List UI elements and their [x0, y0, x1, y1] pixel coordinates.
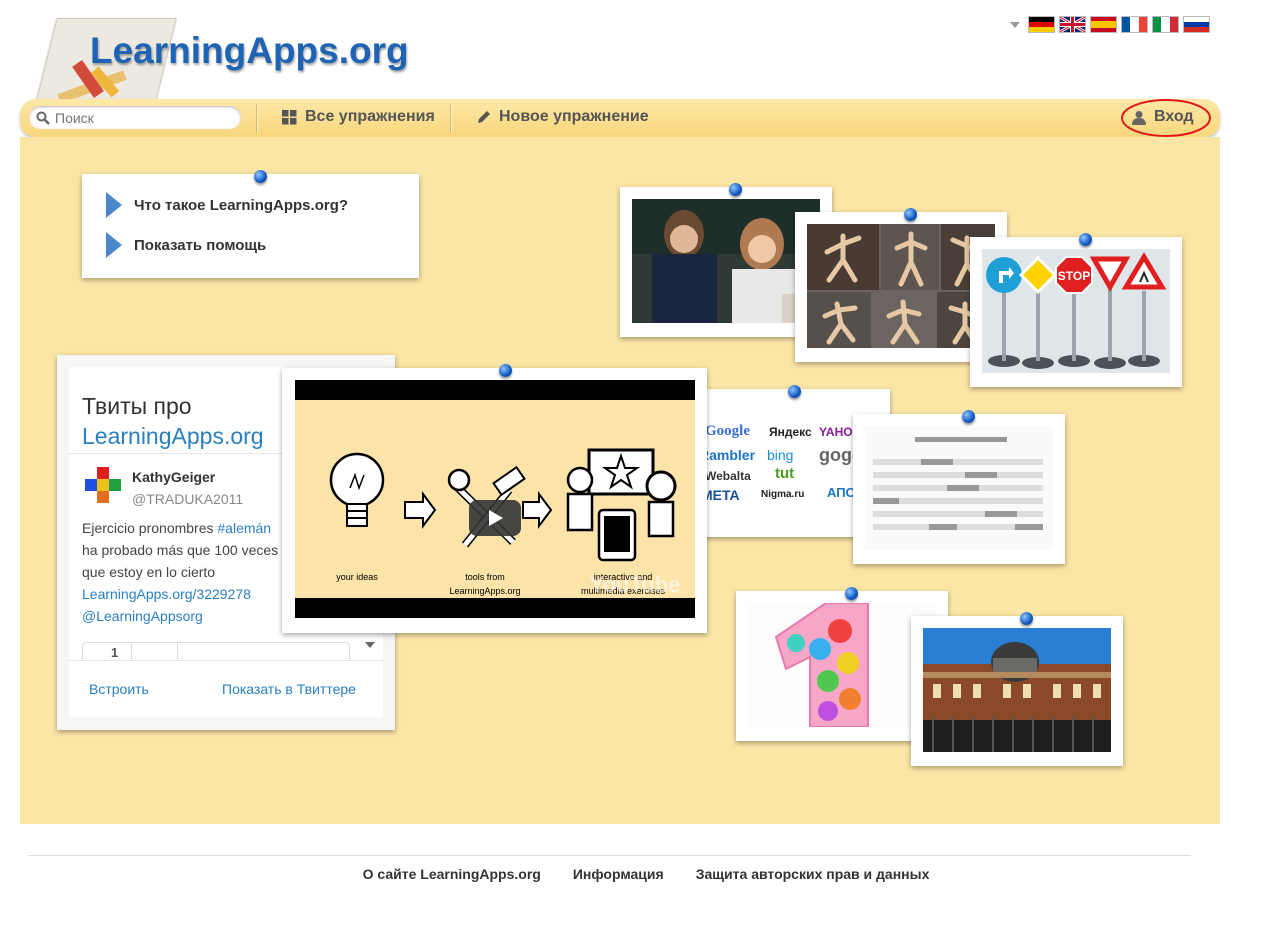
what-is-label: Что такое LearningApps.org? [134, 196, 349, 214]
footer-info-link[interactable]: Информация [573, 866, 664, 882]
main-navbar: Все упражнения Новое упражнение Вход [20, 99, 1220, 137]
tweet-user-name[interactable]: KathyGeiger [132, 469, 215, 485]
video-label-ideas: your ideas [336, 572, 378, 582]
chevron-down-icon[interactable] [1010, 21, 1020, 28]
video-frame: your ideas tools from LearningApps.org i… [295, 400, 695, 598]
pin-icon [729, 183, 742, 196]
footer: О сайте LearningApps.org Информация Защи… [0, 866, 1220, 882]
pin-icon [845, 587, 858, 600]
stop-sign-text: STOP [1058, 269, 1090, 283]
tweet-user-handle[interactable]: @TRADUKA2011 [132, 491, 243, 507]
logo-google: Google [705, 423, 750, 439]
pin-icon [1020, 612, 1033, 625]
preview-line [947, 485, 979, 491]
twitter-title-line1: Твиты про [82, 393, 192, 419]
text-gaps-preview [865, 426, 1053, 550]
video-player[interactable]: your ideas tools from LearningApps.org i… [295, 380, 695, 618]
embed-link[interactable]: Встроить [89, 681, 149, 697]
pin-icon [499, 364, 512, 377]
preview-line [965, 472, 997, 478]
preview-line [873, 459, 1043, 465]
pin-icon [1079, 233, 1092, 246]
spanish-flag-icon[interactable] [1090, 16, 1117, 33]
pin-icon [904, 208, 917, 221]
preview-line [873, 472, 1043, 478]
balloons-number-photo [748, 603, 936, 727]
twitter-title: Твиты про LearningApps.org [82, 391, 264, 451]
scroll-down-icon[interactable] [365, 642, 375, 648]
play-arrow-icon [106, 192, 122, 218]
pin-icon [254, 170, 267, 183]
youtube-watermark[interactable]: YouTube [590, 572, 681, 597]
russian-flag-icon[interactable] [1183, 16, 1210, 33]
english-flag-icon[interactable] [1059, 16, 1086, 33]
preview-line [915, 437, 1007, 442]
grid-icon [282, 109, 297, 124]
all-exercises-label: Все упражнения [305, 108, 435, 125]
twitter-title-link[interactable]: LearningApps.org [82, 421, 264, 451]
all-exercises-link[interactable]: Все упражнения [282, 108, 435, 126]
tweet-actions: 1 [82, 642, 350, 660]
logo[interactable]: LearningApps.org [30, 12, 430, 104]
preview-line [1015, 524, 1043, 530]
logo-bing: bing [767, 447, 794, 463]
show-in-twitter-link[interactable]: Показать в Твиттере [222, 681, 356, 697]
preview-line [873, 498, 899, 504]
preview-line [873, 511, 1043, 517]
logo-rambler: Rambler [699, 447, 756, 463]
logo-tut: tut [775, 465, 795, 482]
video-label-tools-2: LearningApps.org [449, 586, 520, 596]
app-card-traffic-signs[interactable]: STOP [970, 233, 1182, 387]
video-label-tools-1: tools from [465, 572, 505, 582]
new-exercise-link[interactable]: Новое упражнение [476, 108, 649, 126]
traffic-signs-photo: STOP [982, 249, 1170, 373]
footer-privacy-link[interactable]: Защита авторских прав и данных [696, 866, 930, 882]
new-exercise-label: Новое упражнение [499, 108, 649, 125]
pin-icon [962, 410, 975, 423]
classroom-photo [632, 199, 820, 323]
tweet-line: Ejercicio pronombres [82, 520, 214, 536]
app-card-text-gaps[interactable] [853, 410, 1065, 564]
preview-line [929, 524, 957, 530]
nav-divider [450, 104, 451, 133]
search-input[interactable] [53, 109, 237, 127]
divider [131, 643, 132, 659]
show-help-label: Показать помощь [134, 236, 267, 254]
login-highlight-ellipse [1121, 99, 1211, 137]
info-card: Что такое LearningApps.org? Показать пом… [82, 170, 419, 278]
video-illustration: your ideas tools from LearningApps.org i… [329, 448, 681, 597]
wooden-figures-photo [807, 224, 995, 348]
preview-line [921, 459, 953, 465]
retweet-count: 1 [111, 645, 119, 660]
divider [69, 660, 383, 661]
intro-video-card[interactable]: your ideas tools from LearningApps.org i… [282, 364, 707, 633]
search-icon [36, 111, 50, 125]
french-flag-icon[interactable] [1121, 16, 1148, 33]
logo-yandex: Яндекс [769, 425, 812, 439]
search-box[interactable] [29, 106, 241, 129]
preview-line [985, 511, 1017, 517]
observatory-photo [923, 628, 1111, 752]
show-help-link[interactable]: Показать помощь [106, 232, 266, 258]
logo-nigma: Nigma.ru [761, 489, 805, 500]
app-card-observatory[interactable] [911, 612, 1123, 766]
play-arrow-icon [106, 232, 122, 258]
pencil-icon [478, 110, 490, 123]
nav-divider [256, 104, 257, 133]
avatar[interactable] [85, 467, 121, 503]
tweet-hashtag[interactable]: #alemán [217, 520, 271, 536]
italian-flag-icon[interactable] [1152, 16, 1179, 33]
footer-about-link[interactable]: О сайте LearningApps.org [363, 866, 541, 882]
pin-icon [788, 385, 801, 398]
german-flag-icon[interactable] [1028, 16, 1055, 33]
logo-text: LearningApps.org [90, 30, 409, 71]
footer-divider [28, 855, 1191, 856]
divider [177, 643, 178, 659]
what-is-link[interactable]: Что такое LearningApps.org? [106, 192, 348, 218]
language-selector[interactable] [1010, 16, 1210, 33]
logo-webalta: Webalta [705, 469, 751, 483]
